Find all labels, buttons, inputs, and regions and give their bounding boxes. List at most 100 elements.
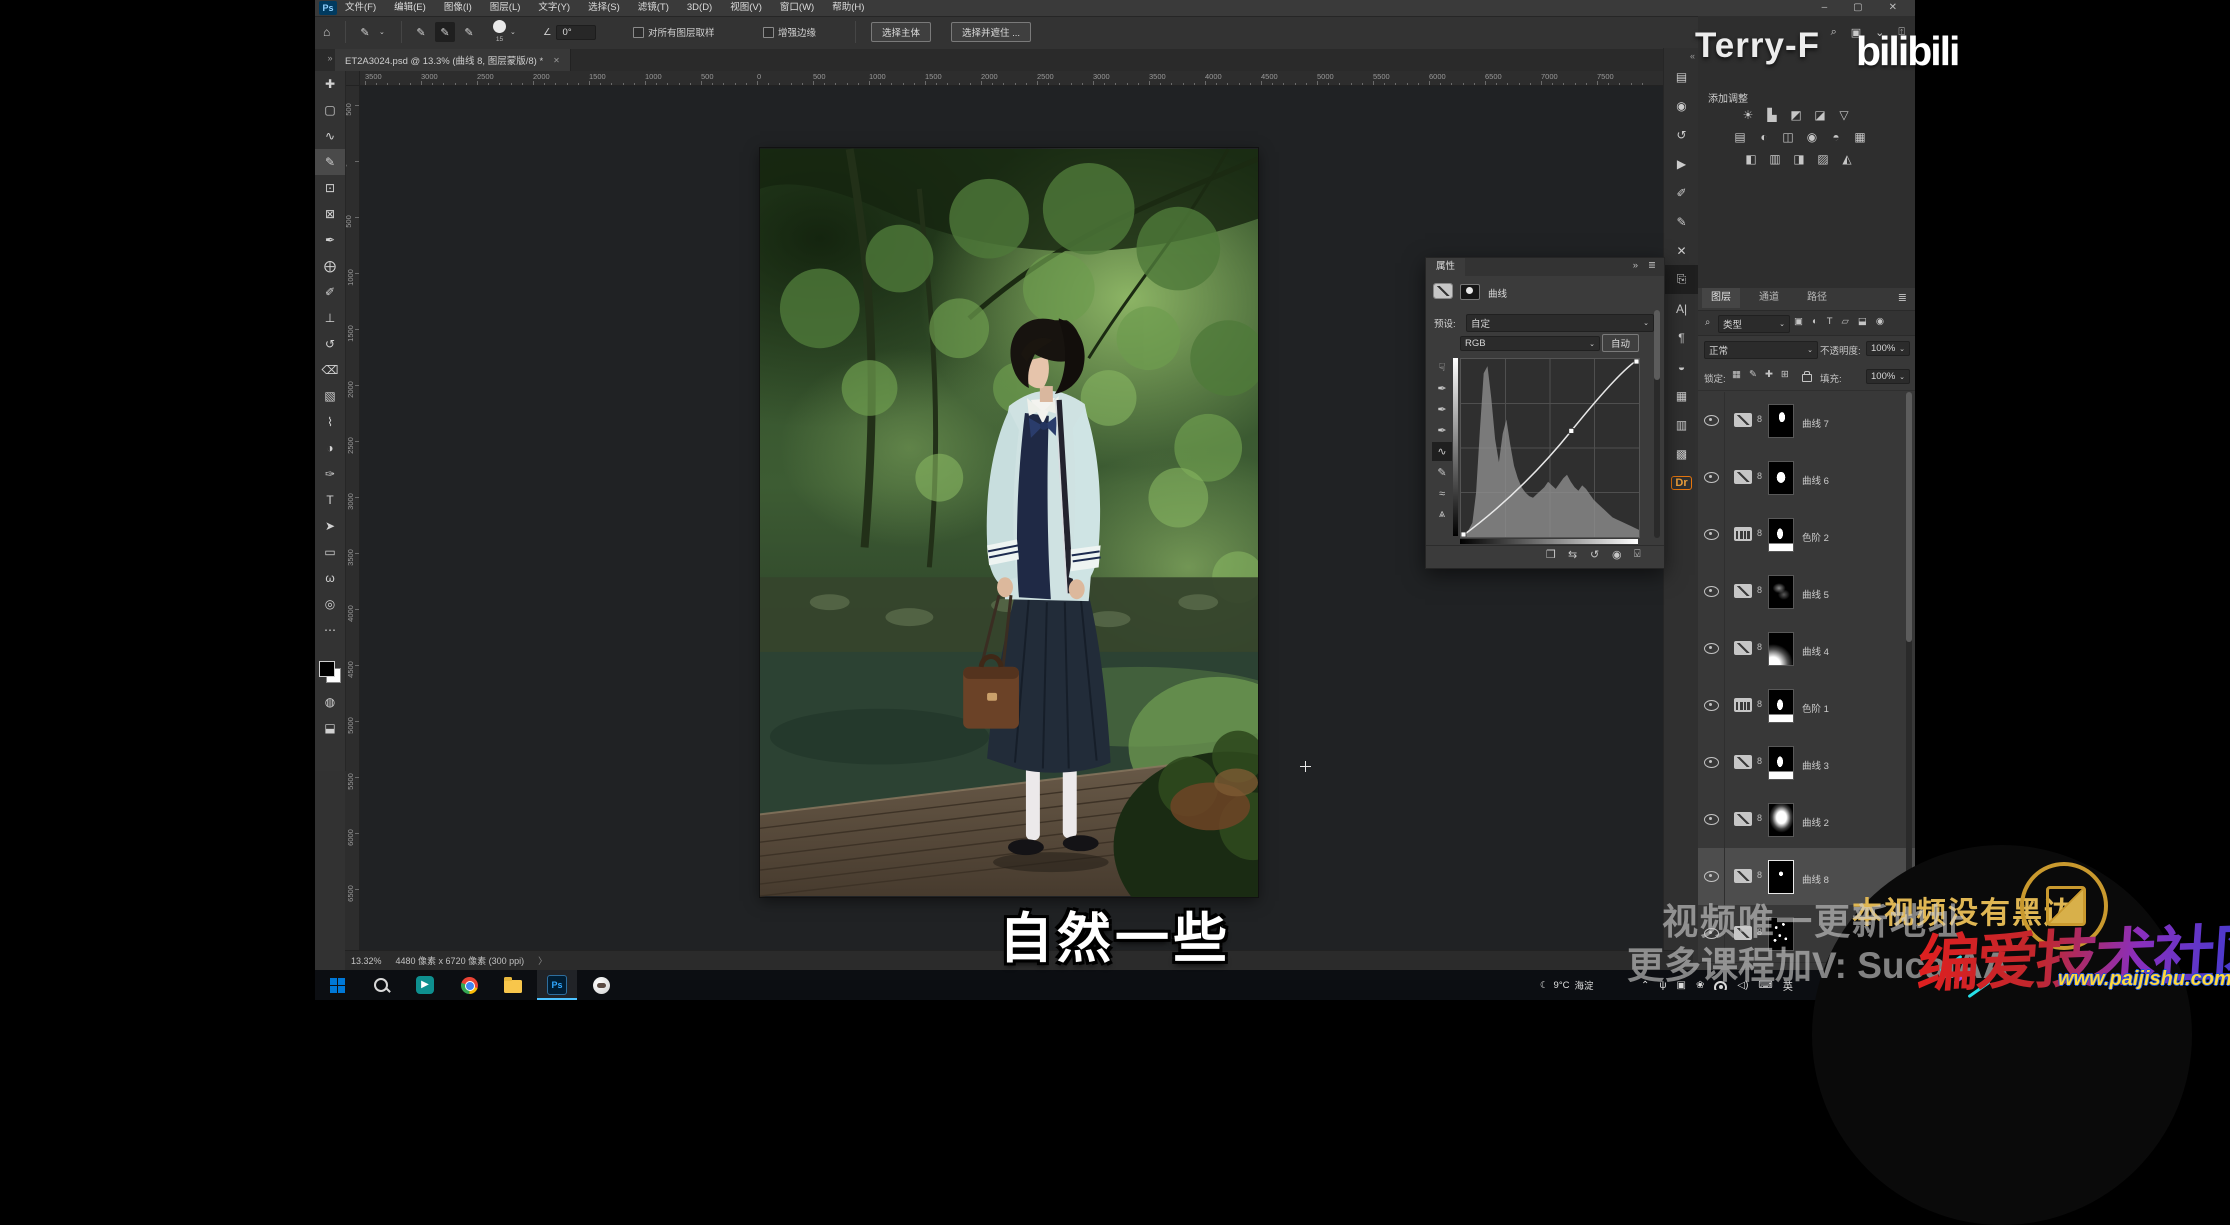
eyedropper-tool[interactable]: ✒	[315, 227, 345, 253]
chrome-icon[interactable]	[449, 970, 489, 1000]
brush-angle-field[interactable]: ∠ 0°	[543, 17, 596, 47]
toolbar-collapse-icon[interactable]: »	[315, 53, 345, 63]
layer-row[interactable]: 8曲线 6	[1698, 449, 1915, 507]
move-tool[interactable]: ✚	[315, 71, 345, 97]
layer-row[interactable]: 8曲线 7	[1698, 392, 1915, 450]
fill-field[interactable]: 100%⌄	[1866, 369, 1910, 384]
layer-name[interactable]: 曲线 5	[1802, 587, 1829, 601]
reset-adjustment-button[interactable]: ↺	[1590, 548, 1599, 561]
brightness-contrast-adjustment-icon[interactable]: ☀	[1740, 108, 1756, 123]
pen-tool[interactable]: ✑	[315, 461, 345, 487]
pencil-curve-tool[interactable]: ✎	[1432, 463, 1452, 482]
smooth-curve-button[interactable]: ≈	[1432, 484, 1452, 503]
quick-selection-tool[interactable]: ✎	[315, 149, 345, 175]
tool-preset-picker[interactable]: ✎⌄	[355, 17, 385, 47]
layer-mask-thumbnail[interactable]	[1768, 746, 1794, 780]
edit-curve-points-tool[interactable]: ∿	[1432, 442, 1452, 461]
layer-name[interactable]: 曲线 8	[1802, 872, 1829, 886]
posterize-adjustment-icon[interactable]: ▥	[1767, 152, 1783, 167]
filter-adjustment-layers-icon[interactable]: ◐	[1812, 316, 1818, 327]
curves-layer-icon[interactable]	[1734, 413, 1752, 427]
black-white-adjustment-icon[interactable]: ◫	[1780, 130, 1796, 145]
photo-filter-adjustment-icon[interactable]: ◉	[1804, 130, 1820, 145]
hand-tool[interactable]: ω	[315, 565, 345, 591]
lock-all-icon[interactable]	[1802, 374, 1812, 382]
file-explorer-icon[interactable]	[493, 970, 533, 1000]
zoom-tool[interactable]: ◎	[315, 591, 345, 617]
color-balance-adjustment-icon[interactable]: ◐	[1756, 130, 1772, 145]
crop-tool[interactable]: ⊡	[315, 175, 345, 201]
layer-visibility-cell[interactable]	[1698, 791, 1725, 848]
tab-通道[interactable]: 通道	[1750, 288, 1788, 308]
exposure-adjustment-icon[interactable]: ◪	[1812, 108, 1828, 123]
selective-color-adjustment-icon[interactable]: ◭	[1839, 152, 1855, 167]
layer-row[interactable]: 8曲线 2	[1698, 791, 1915, 849]
curves-grid[interactable]	[1460, 358, 1640, 538]
zoom-level-field[interactable]: 13.32%	[351, 956, 382, 966]
filter-pixel-layers-icon[interactable]: ▣	[1794, 316, 1803, 327]
menu-item-2[interactable]: 图像(I)	[444, 0, 472, 16]
layer-visibility-cell[interactable]	[1698, 563, 1725, 620]
tab-路径[interactable]: 路径	[1798, 288, 1836, 308]
swatches-panel-icon[interactable]: ◒	[1664, 352, 1699, 381]
select-and-mask-button[interactable]: 选择并遮住 ...	[951, 22, 1031, 42]
dodge-tool[interactable]: ◑	[315, 435, 345, 461]
color-swatches[interactable]	[319, 661, 341, 683]
black-point-eyedropper[interactable]: ✒	[1432, 379, 1452, 398]
brush-tool[interactable]: ✐	[315, 279, 345, 305]
curves-layer-icon[interactable]	[1734, 812, 1752, 826]
mask-icon[interactable]	[1460, 284, 1480, 300]
curves-adjustment-icon[interactable]: ◩	[1788, 108, 1804, 123]
layer-mask-thumbnail[interactable]	[1768, 632, 1794, 666]
brush-settings-panel-icon[interactable]: ✐	[1664, 178, 1699, 207]
hue-saturation-adjustment-icon[interactable]: ▤	[1732, 130, 1748, 145]
sample-all-layers-checkbox[interactable]: 对所有图层取样	[633, 17, 715, 47]
enhance-edge-checkbox[interactable]: 增强边缘	[763, 17, 816, 47]
gradient-tool[interactable]: ▧	[315, 383, 345, 409]
new-selection-mode[interactable]: ✎	[411, 22, 431, 42]
preset-dropdown[interactable]: 自定⌄	[1466, 314, 1654, 332]
camera-raw-icon[interactable]: Dr	[1664, 468, 1699, 497]
layer-visibility-cell[interactable]	[1698, 734, 1725, 791]
menu-item-9[interactable]: 窗口(W)	[780, 0, 814, 16]
filter-smart-objects-icon[interactable]: ⬓	[1858, 316, 1867, 327]
document-image[interactable]	[760, 148, 1258, 897]
edit-toolbar-button[interactable]: ⋯	[315, 617, 345, 643]
visibility-eye-icon[interactable]	[1704, 871, 1719, 882]
layer-row[interactable]: 8曲线 3	[1698, 734, 1915, 792]
history-brush-tool[interactable]: ↺	[315, 331, 345, 357]
invert-adjustment-icon[interactable]: ◧	[1743, 152, 1759, 167]
menu-item-1[interactable]: 编辑(E)	[394, 0, 426, 16]
character-panel-icon[interactable]: A|	[1664, 294, 1699, 323]
opacity-field[interactable]: 100%⌄	[1866, 341, 1910, 356]
white-point-eyedropper[interactable]: ✒	[1432, 421, 1452, 440]
threshold-adjustment-icon[interactable]: ◨	[1791, 152, 1807, 167]
photoshop-taskbar-icon[interactable]: Ps	[537, 970, 577, 1000]
search-button[interactable]	[361, 970, 401, 1000]
menu-item-3[interactable]: 图层(L)	[490, 0, 521, 16]
toggle-visibility-button[interactable]: ⇆	[1568, 548, 1577, 561]
curves-layer-icon[interactable]	[1734, 641, 1752, 655]
screen-mode-button[interactable]: ⬓	[315, 715, 345, 741]
visibility-eye-icon[interactable]	[1704, 586, 1719, 597]
lock-artboard-icon[interactable]: ⊞	[1781, 369, 1789, 380]
menu-item-5[interactable]: 选择(S)	[588, 0, 620, 16]
levels-layer-icon[interactable]	[1734, 527, 1752, 541]
adjustment-icon[interactable]	[1434, 284, 1452, 298]
layer-mask-thumbnail[interactable]	[1768, 575, 1794, 609]
properties-tab[interactable]: 属性	[1426, 258, 1465, 276]
gray-point-eyedropper[interactable]: ✒	[1432, 400, 1452, 419]
status-chevron-icon[interactable]: 〉	[538, 954, 547, 967]
visibility-eye-icon[interactable]	[1704, 757, 1719, 768]
color-lookup-adjustment-icon[interactable]: ▦	[1852, 130, 1868, 145]
mascot-app-icon[interactable]	[581, 970, 621, 1000]
gradients-panel-icon[interactable]: ▥	[1664, 410, 1699, 439]
curves-layer-icon[interactable]	[1734, 584, 1752, 598]
layer-mask-thumbnail[interactable]	[1768, 803, 1794, 837]
eraser-tool[interactable]: ⌫	[315, 357, 345, 383]
layer-mask-thumbnail[interactable]	[1768, 404, 1794, 438]
layer-name[interactable]: 色阶 2	[1802, 530, 1829, 544]
layer-row[interactable]: 8曲线 5	[1698, 563, 1915, 621]
subtract-from-selection-mode[interactable]: ✎	[459, 22, 479, 42]
patterns-panel-icon[interactable]: ▩	[1664, 439, 1699, 468]
